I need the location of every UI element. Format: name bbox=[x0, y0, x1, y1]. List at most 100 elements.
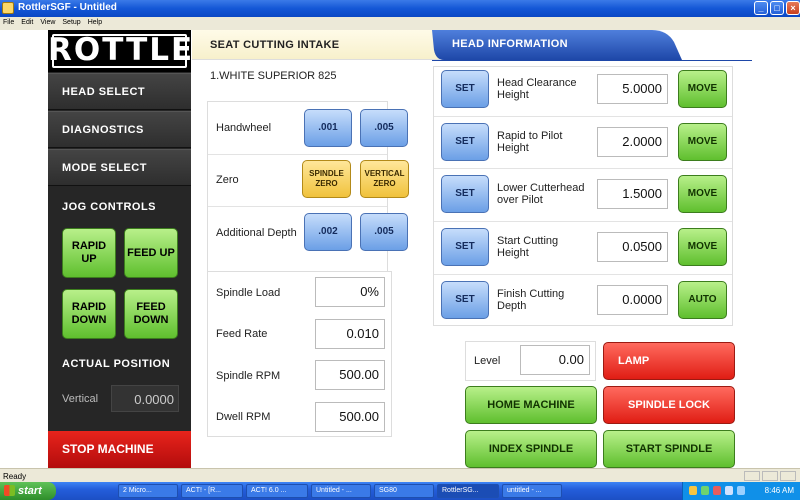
level-label: Level bbox=[474, 355, 501, 367]
move-rapid-pilot-button[interactable]: MOVE bbox=[678, 123, 727, 161]
rapid-pilot-label: Rapid to Pilot Height bbox=[497, 130, 563, 154]
sidebar: ROTTLER HEAD SELECT DIAGNOSTICS MODE SEL… bbox=[48, 30, 218, 468]
vertical-label: Vertical bbox=[62, 393, 99, 405]
zero-label: Zero bbox=[216, 174, 239, 186]
maximize-button[interactable]: □ bbox=[770, 1, 784, 15]
taskbar-item[interactable]: ACT! 6.0 ... bbox=[246, 484, 308, 498]
taskbar-item-active[interactable]: RottlerSG... bbox=[437, 484, 499, 498]
rapid-down-button[interactable]: RAPID DOWN bbox=[62, 289, 116, 339]
menu-edit[interactable]: Edit bbox=[18, 17, 37, 26]
taskbar-item[interactable]: untitled - ... bbox=[502, 484, 562, 498]
start-spindle-button[interactable]: START SPINDLE bbox=[603, 430, 735, 468]
handwheel-005-button[interactable]: .005 bbox=[360, 109, 408, 147]
rottler-logo: ROTTLER bbox=[48, 30, 218, 72]
spindle-zero-button[interactable]: SPINDLE ZERO bbox=[302, 160, 351, 198]
window-title: RottlerSGF - Untitled bbox=[18, 2, 117, 13]
taskbar-item[interactable]: SG80 bbox=[374, 484, 434, 498]
system-tray: 8:46 AM bbox=[682, 482, 800, 500]
set-rapid-pilot-button[interactable]: SET bbox=[441, 123, 489, 161]
start-button[interactable]: start bbox=[0, 482, 56, 500]
menu-setup[interactable]: Setup bbox=[59, 17, 84, 26]
lower-cutterhead-label: Lower Cutterhead over Pilot bbox=[497, 182, 585, 206]
status-cell bbox=[780, 471, 796, 481]
depth-005-button[interactable]: .005 bbox=[360, 213, 408, 251]
dwell-rpm-label: Dwell RPM bbox=[216, 411, 271, 423]
dwell-rpm-value[interactable]: 500.00 bbox=[315, 402, 385, 432]
status-cell bbox=[744, 471, 760, 481]
tray-icon[interactable] bbox=[737, 486, 745, 495]
depth-002-button[interactable]: .002 bbox=[304, 213, 352, 251]
taskbar-item[interactable]: 2 Micro... bbox=[118, 484, 178, 498]
menu-file[interactable]: File bbox=[0, 17, 18, 26]
feed-down-button[interactable]: FEED DOWN bbox=[124, 289, 178, 339]
start-cutting-label: Start Cutting Height bbox=[497, 235, 559, 259]
tab-head-information[interactable]: HEAD INFORMATION bbox=[432, 30, 692, 60]
auto-finish-cutting-button[interactable]: AUTO bbox=[678, 281, 727, 319]
handwheel-001-button[interactable]: .001 bbox=[304, 109, 352, 147]
level-value: 0.00 bbox=[520, 345, 590, 375]
head-clearance-value[interactable]: 5.0000 bbox=[597, 74, 668, 104]
additional-depth-label: Additional Depth bbox=[216, 227, 297, 239]
finish-cutting-label: Finish Cutting Depth bbox=[497, 288, 565, 312]
taskbar-item[interactable]: Untitled - ... bbox=[311, 484, 371, 498]
tray-icon[interactable] bbox=[701, 486, 709, 495]
set-finish-cutting-button[interactable]: SET bbox=[441, 281, 489, 319]
tab-seat-cutting-intake[interactable]: SEAT CUTTING INTAKE bbox=[192, 30, 440, 60]
close-button[interactable]: × bbox=[786, 1, 800, 15]
spindle-load-value: 0% bbox=[315, 277, 385, 307]
finish-cutting-value[interactable]: 0.0000 bbox=[597, 285, 668, 315]
tray-icon[interactable] bbox=[725, 486, 733, 495]
menu-help[interactable]: Help bbox=[85, 17, 106, 26]
start-cutting-value[interactable]: 0.0500 bbox=[597, 232, 668, 262]
divider bbox=[434, 116, 732, 117]
spindle-load-label: Spindle Load bbox=[216, 287, 281, 299]
spindle-lock-button[interactable]: SPINDLE LOCK bbox=[603, 386, 735, 424]
tab-head-label: HEAD INFORMATION bbox=[452, 38, 568, 50]
minimize-button[interactable]: _ bbox=[754, 1, 768, 15]
logo-frame bbox=[52, 34, 187, 68]
move-lower-cutterhead-button[interactable]: MOVE bbox=[678, 175, 727, 213]
home-machine-button[interactable]: HOME MACHINE bbox=[465, 386, 597, 424]
status-bar: Ready bbox=[0, 468, 800, 482]
lower-cutterhead-value[interactable]: 1.5000 bbox=[597, 179, 668, 209]
lamp-button[interactable]: LAMP bbox=[603, 342, 735, 380]
index-spindle-button[interactable]: INDEX SPINDLE bbox=[465, 430, 597, 468]
feed-rate-value[interactable]: 0.010 bbox=[315, 319, 385, 349]
vertical-zero-button[interactable]: VERTICAL ZERO bbox=[360, 160, 409, 198]
taskbar: start 2 Micro... ACT! - [R... ACT! 6.0 .… bbox=[0, 482, 800, 500]
taskbar-item[interactable]: ACT! - [R... bbox=[181, 484, 243, 498]
tray-icon[interactable] bbox=[689, 486, 697, 495]
title-bar: RottlerSGF - Untitled _ □ × bbox=[0, 0, 800, 17]
divider bbox=[434, 168, 732, 169]
move-head-clearance-button[interactable]: MOVE bbox=[678, 70, 727, 108]
spindle-rpm-value[interactable]: 500.00 bbox=[315, 360, 385, 390]
set-start-cutting-button[interactable]: SET bbox=[441, 228, 489, 266]
app-area: ROTTLER HEAD SELECT DIAGNOSTICS MODE SEL… bbox=[0, 30, 800, 468]
divider bbox=[434, 274, 732, 275]
spindle-rpm-label: Spindle RPM bbox=[216, 370, 281, 382]
feed-up-button[interactable]: FEED UP bbox=[124, 228, 178, 278]
handwheel-label: Handwheel bbox=[216, 122, 272, 134]
tray-icon[interactable] bbox=[713, 486, 721, 495]
status-text: Ready bbox=[3, 472, 27, 481]
jog-controls-label: JOG CONTROLS bbox=[62, 201, 157, 213]
head-clearance-label: Head Clearance Height bbox=[497, 77, 577, 101]
menu-view[interactable]: View bbox=[37, 17, 59, 26]
actual-position-label: ACTUAL POSITION bbox=[62, 358, 171, 370]
move-start-cutting-button[interactable]: MOVE bbox=[678, 228, 727, 266]
mode-select-button[interactable]: MODE SELECT bbox=[48, 149, 191, 186]
rapid-up-button[interactable]: RAPID UP bbox=[62, 228, 116, 278]
set-lower-cutterhead-button[interactable]: SET bbox=[441, 175, 489, 213]
set-head-clearance-button[interactable]: SET bbox=[441, 70, 489, 108]
divider bbox=[208, 154, 387, 155]
diagnostics-button[interactable]: DIAGNOSTICS bbox=[48, 111, 191, 148]
rapid-pilot-value[interactable]: 2.0000 bbox=[597, 127, 668, 157]
clock[interactable]: 8:46 AM bbox=[765, 486, 794, 495]
job-name: 1.WHITE SUPERIOR 825 bbox=[210, 70, 337, 82]
stop-machine-button[interactable]: STOP MACHINE bbox=[48, 431, 191, 468]
head-select-button[interactable]: HEAD SELECT bbox=[48, 73, 191, 110]
tab-underline bbox=[432, 60, 752, 61]
menu-bar: File Edit View Setup Help bbox=[0, 17, 800, 30]
vertical-position-value: 0.0000 bbox=[111, 385, 179, 412]
divider bbox=[208, 206, 387, 207]
